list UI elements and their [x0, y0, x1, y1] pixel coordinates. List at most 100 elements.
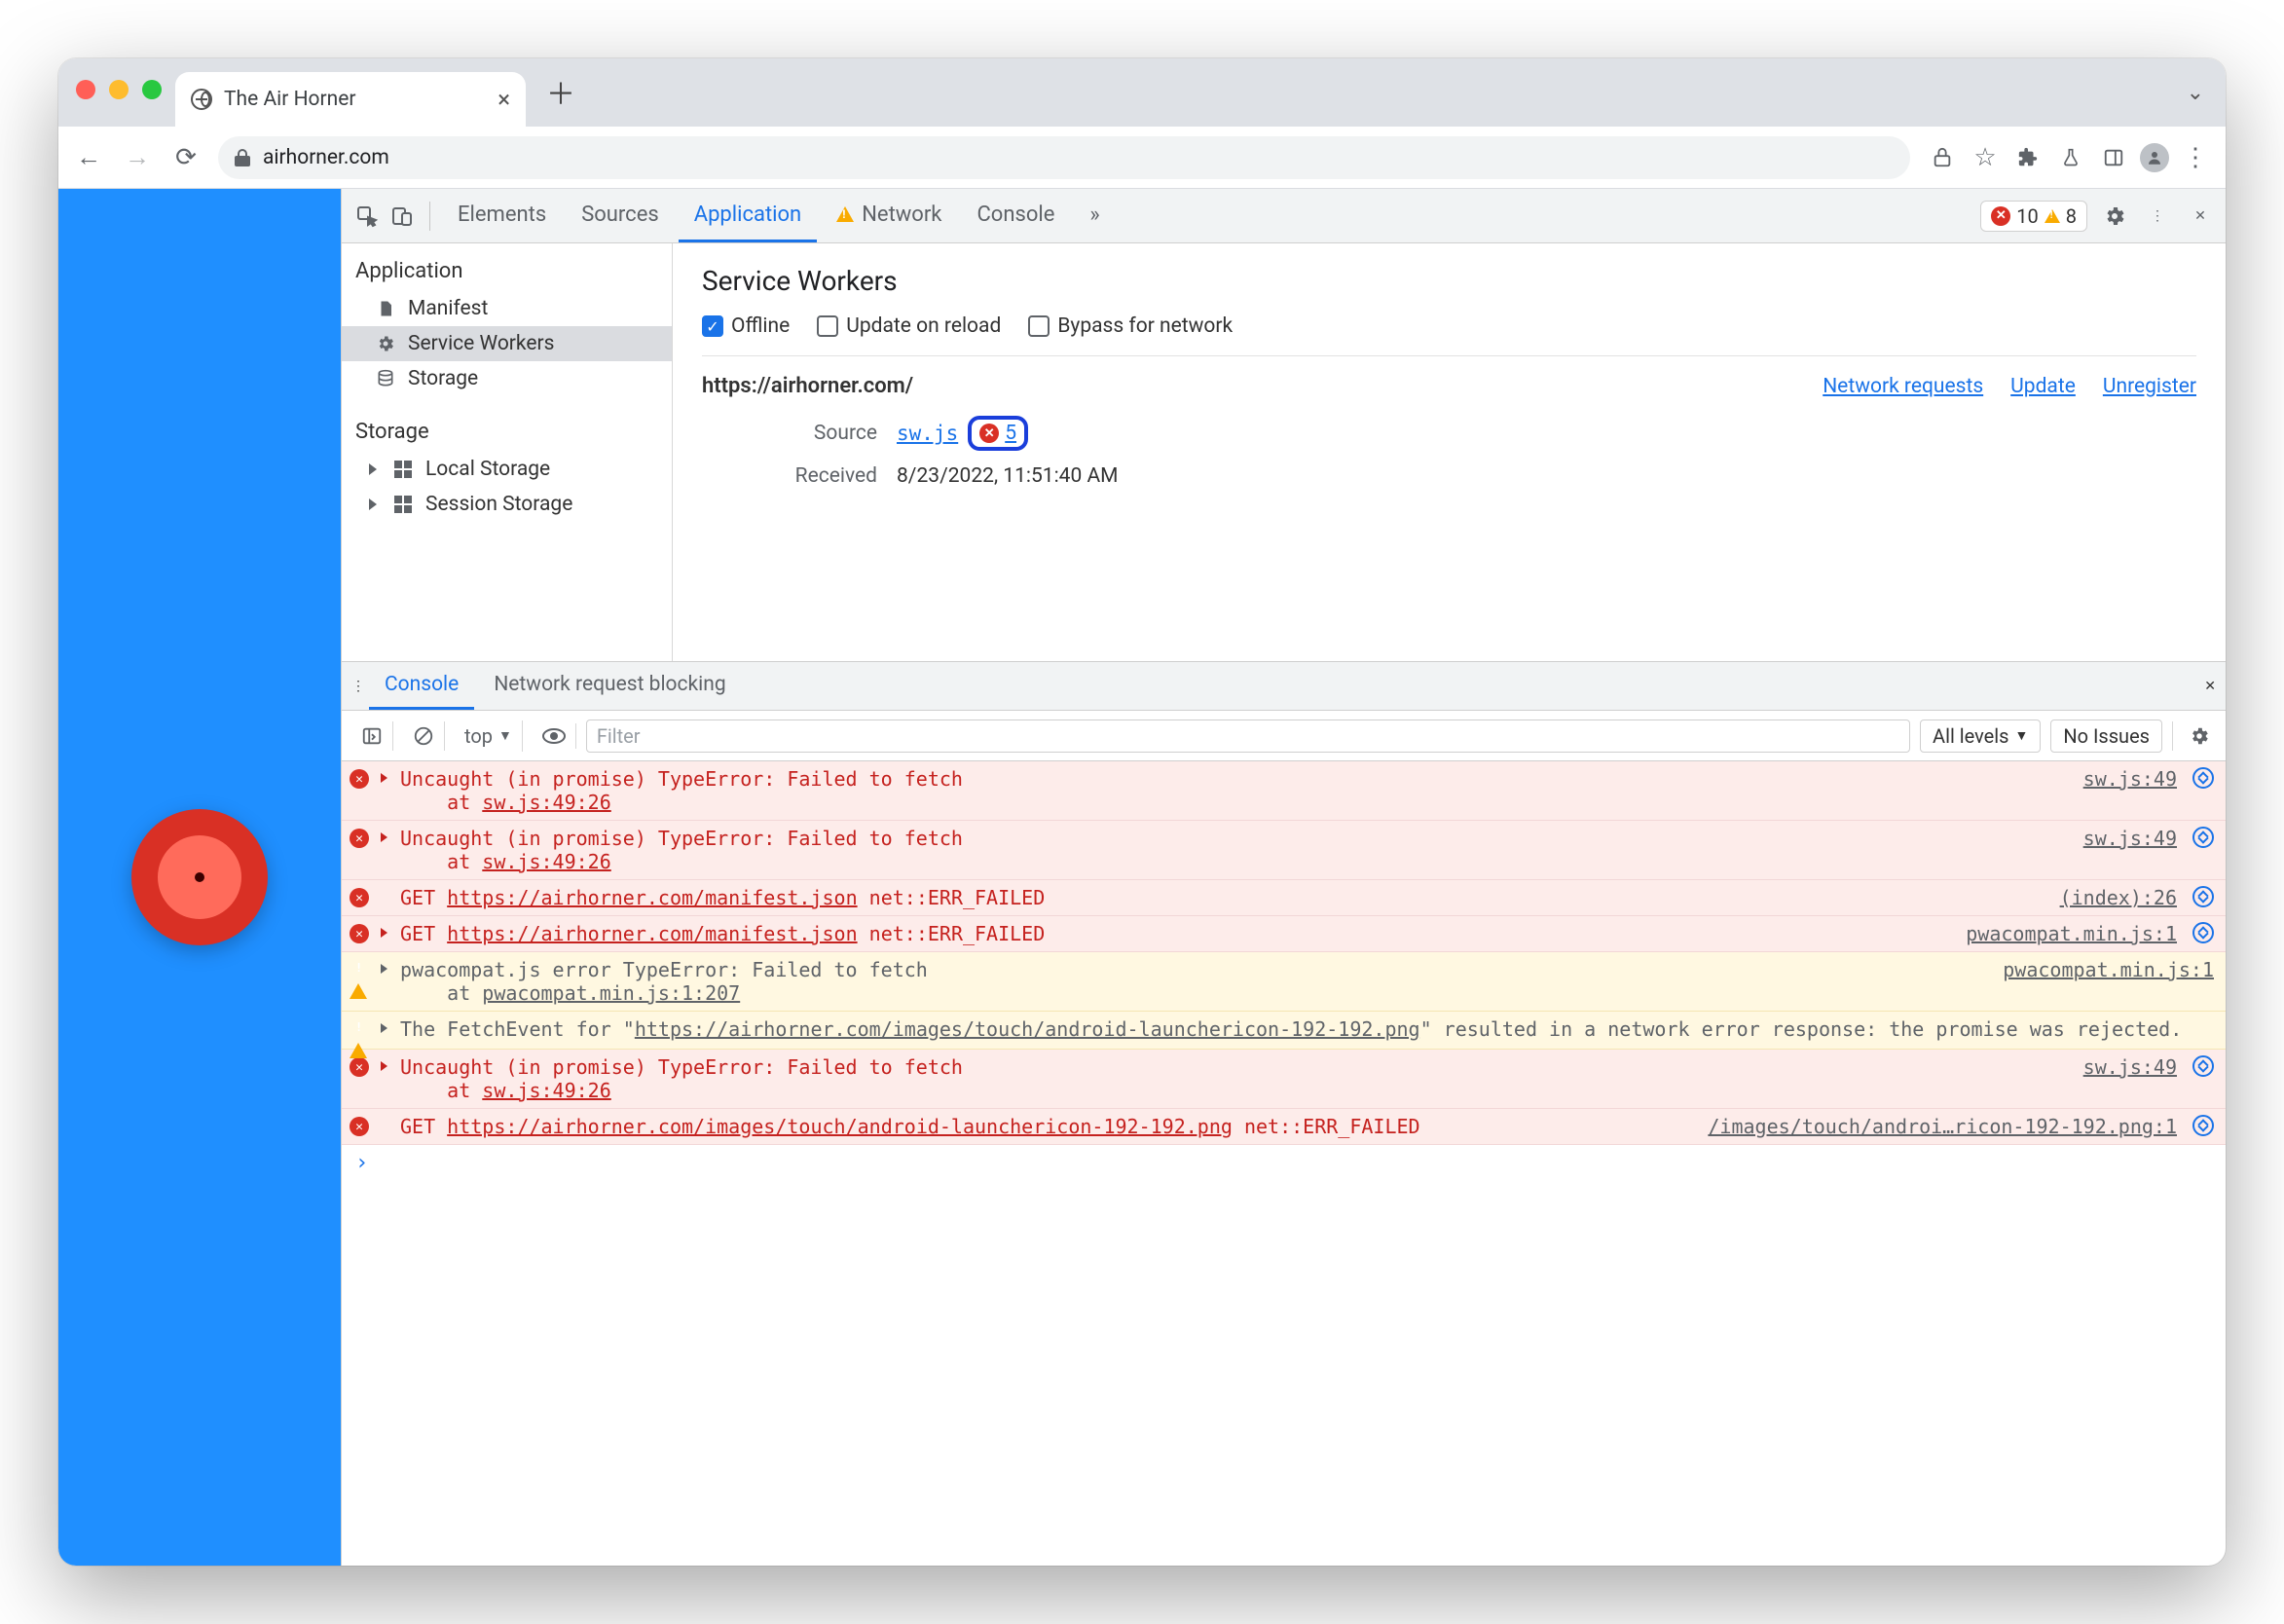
stack-link[interactable]: sw.js:49:26: [482, 791, 610, 814]
drawer-menu-button[interactable]: ⋮: [351, 679, 365, 694]
settings-button[interactable]: [2099, 201, 2130, 232]
sidebar-item-manifest[interactable]: Manifest: [342, 291, 672, 326]
tab-overflow-button[interactable]: ⌄: [2187, 81, 2204, 105]
url-link[interactable]: https://airhorner.com/manifest.json: [447, 922, 857, 945]
tab-network[interactable]: Network: [821, 189, 957, 242]
navigate-icon[interactable]: [2192, 1115, 2214, 1136]
application-panel: Application Manifest Service Workers Sto…: [342, 243, 2226, 662]
tab-console[interactable]: Console: [961, 189, 1070, 242]
stack-link[interactable]: sw.js:49:26: [482, 850, 610, 873]
devtools-close-button[interactable]: ✕: [2185, 201, 2216, 232]
reload-button[interactable]: ⟳: [169, 141, 203, 174]
console-prompt[interactable]: ›: [342, 1145, 2226, 1181]
console-row[interactable]: The FetchEvent for "https://airhorner.co…: [342, 1012, 2226, 1050]
share-icon[interactable]: [1926, 141, 1959, 174]
close-tab-button[interactable]: ×: [497, 86, 510, 113]
tab-more[interactable]: »: [1074, 189, 1115, 242]
source-link[interactable]: sw.js:49: [2083, 767, 2177, 791]
back-button[interactable]: ←: [72, 141, 105, 174]
labs-icon[interactable]: [2054, 141, 2087, 174]
airhorn-button[interactable]: [131, 809, 268, 945]
url-link[interactable]: https://airhorner.com/images/touch/andro…: [635, 1017, 1420, 1041]
drawer-tab-network-blocking[interactable]: Network request blocking: [478, 662, 741, 710]
sw-error-count[interactable]: 5: [1005, 422, 1016, 445]
filter-input[interactable]: Filter: [586, 720, 1910, 753]
sidebar-item-storage[interactable]: Storage: [342, 361, 672, 396]
profile-button[interactable]: [2140, 143, 2169, 172]
source-link[interactable]: pwacompat.min.js:1: [1966, 922, 2177, 945]
sw-error-highlight[interactable]: ✕ 5: [968, 416, 1028, 451]
console-message: pwacompat.js error TypeError: Failed to …: [400, 958, 1993, 1005]
update-on-reload-checkbox[interactable]: Update on reload: [817, 314, 1001, 338]
grid-icon: [392, 494, 414, 515]
navigate-icon[interactable]: [2192, 886, 2214, 907]
live-expression-button[interactable]: [533, 723, 576, 749]
sidebar-item-service-workers[interactable]: Service Workers: [342, 326, 672, 361]
new-tab-button[interactable]: ＋: [539, 70, 582, 113]
maximize-window-button[interactable]: [142, 80, 162, 99]
error-warning-badge[interactable]: ✕ 10 8: [1980, 201, 2087, 232]
side-panel-icon[interactable]: [2097, 141, 2130, 174]
issues-button[interactable]: No Issues: [2050, 720, 2162, 753]
log-levels-dropdown[interactable]: All levels ▼: [1920, 720, 2041, 753]
inspect-button[interactable]: [351, 201, 383, 232]
error-icon: ✕: [350, 829, 371, 848]
unregister-link[interactable]: Unregister: [2103, 375, 2196, 398]
console-row[interactable]: pwacompat.js error TypeError: Failed to …: [342, 952, 2226, 1012]
sidebar-item-session-storage[interactable]: Session Storage: [342, 487, 672, 522]
update-link[interactable]: Update: [2010, 375, 2076, 398]
drawer-close-button[interactable]: ✕: [2204, 679, 2216, 694]
device-toggle-button[interactable]: [387, 201, 418, 232]
console-settings-button[interactable]: [2183, 725, 2216, 747]
warning-icon: [836, 206, 854, 222]
error-icon: ✕: [350, 1117, 371, 1136]
sidebar-item-local-storage[interactable]: Local Storage: [342, 452, 672, 487]
source-label: Source: [702, 422, 897, 445]
console-row[interactable]: ✕GET https://airhorner.com/manifest.json…: [342, 916, 2226, 952]
menu-button[interactable]: ⋮: [2179, 141, 2212, 174]
navigate-icon[interactable]: [2192, 922, 2214, 943]
context-selector[interactable]: top ▼: [455, 720, 523, 752]
offline-checkbox[interactable]: ✓Offline: [702, 314, 790, 338]
drawer-tab-console[interactable]: Console: [369, 662, 474, 710]
url-link[interactable]: https://airhorner.com/manifest.json: [447, 886, 857, 909]
chevron-right-icon: [369, 498, 377, 510]
address-bar[interactable]: airhorner.com: [218, 136, 1910, 179]
minimize-window-button[interactable]: [109, 80, 129, 99]
console-row[interactable]: ✕Uncaught (in promise) TypeError: Failed…: [342, 761, 2226, 821]
warning-icon: [350, 1019, 371, 1043]
tab-title: The Air Horner: [224, 88, 356, 111]
stack-link[interactable]: sw.js:49:26: [482, 1079, 610, 1102]
navigate-icon[interactable]: [2192, 1055, 2214, 1077]
url-link[interactable]: https://airhorner.com/images/touch/andro…: [447, 1115, 1233, 1138]
console-row[interactable]: ✕Uncaught (in promise) TypeError: Failed…: [342, 1050, 2226, 1109]
console-row[interactable]: ✕GET https://airhorner.com/manifest.json…: [342, 880, 2226, 916]
source-link[interactable]: (index):26: [2060, 886, 2177, 909]
console-row[interactable]: ✕GET https://airhorner.com/images/touch/…: [342, 1109, 2226, 1145]
browser-tab[interactable]: The Air Horner ×: [175, 72, 526, 127]
bypass-network-checkbox[interactable]: Bypass for network: [1028, 314, 1233, 338]
network-requests-link[interactable]: Network requests: [1823, 375, 1983, 398]
devtools-menu-button[interactable]: ⋮: [2142, 201, 2173, 232]
forward-button[interactable]: →: [121, 141, 154, 174]
grid-icon: [392, 459, 414, 480]
tab-sources[interactable]: Sources: [566, 189, 675, 242]
extensions-icon[interactable]: [2011, 141, 2045, 174]
tab-elements[interactable]: Elements: [442, 189, 562, 242]
source-link[interactable]: pwacompat.min.js:1: [2003, 958, 2214, 981]
console-row[interactable]: ✕Uncaught (in promise) TypeError: Failed…: [342, 821, 2226, 880]
close-window-button[interactable]: [76, 80, 95, 99]
navigate-icon[interactable]: [2192, 827, 2214, 848]
bookmark-icon[interactable]: ☆: [1969, 141, 2002, 174]
console-message: The FetchEvent for "https://airhorner.co…: [400, 1017, 2214, 1041]
source-file-link[interactable]: sw.js: [897, 422, 958, 445]
source-link[interactable]: /images/touch/androi…ricon-192-192.png:1: [1708, 1115, 2177, 1138]
stack-link[interactable]: pwacompat.min.js:1:207: [482, 981, 740, 1005]
source-link[interactable]: sw.js:49: [2083, 827, 2177, 850]
clear-console-button[interactable]: [403, 721, 445, 751]
console-sidebar-toggle[interactable]: [351, 721, 393, 751]
source-link[interactable]: sw.js:49: [2083, 1055, 2177, 1079]
tab-application[interactable]: Application: [679, 189, 817, 242]
expand-icon: [381, 964, 390, 974]
navigate-icon[interactable]: [2192, 767, 2214, 789]
